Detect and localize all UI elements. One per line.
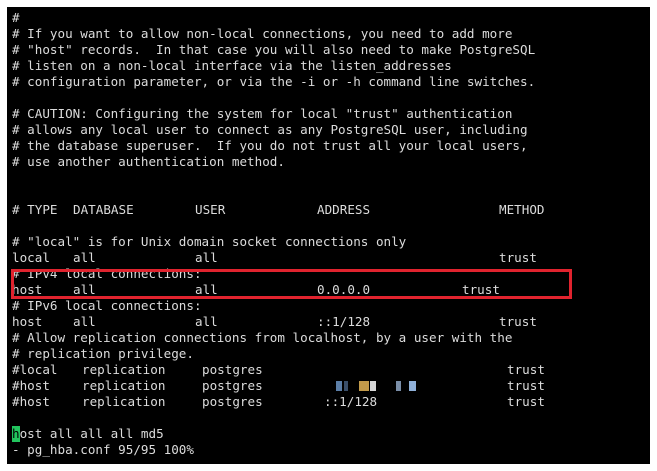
row-type: #host: [12, 394, 50, 409]
row-database: all: [73, 314, 96, 329]
row-address: ::1/128: [324, 394, 378, 409]
config-row-ipv6: host all all ::1/128 trust: [12, 314, 642, 330]
comment-line: # If you want to allow non-local connect…: [12, 26, 513, 41]
comment-line: # listen on a non-local interface via th…: [12, 58, 452, 73]
row-type: #host: [12, 378, 50, 393]
row-user: all: [195, 250, 218, 265]
redacted-block: [370, 381, 376, 391]
config-row-replication: #local replication postgres trust: [12, 362, 642, 378]
column-header-row: # TYPE DATABASE USER ADDRESS METHOD: [12, 202, 642, 218]
comment-line: # the database superuser. If you do not …: [12, 138, 528, 153]
row-type: local: [12, 250, 50, 265]
ipv6-comment: # IPv6 local connections:: [12, 298, 202, 313]
header-type: # TYPE: [12, 202, 58, 217]
row-method: trust: [499, 250, 537, 265]
editor-status-line: - pg_hba.conf 95/95 100%: [12, 442, 194, 457]
replication-comment: # replication privilege.: [12, 346, 194, 361]
terminal-window[interactable]: # # If you want to allow non-local conne…: [7, 7, 650, 464]
highlight-box: [11, 269, 572, 299]
redacted-block: [409, 381, 416, 391]
local-comment: # "local" is for Unix domain socket conn…: [12, 234, 407, 249]
header-address: ADDRESS: [317, 202, 371, 217]
text-cursor: h: [12, 426, 20, 442]
row-database: replication: [82, 378, 166, 393]
edited-line-text: ost all all all md5: [19, 426, 164, 441]
redacted-block: [396, 381, 401, 391]
row-method: trust: [499, 314, 537, 329]
replication-comment: # Allow replication connections from loc…: [12, 330, 513, 345]
row-database: replication: [82, 394, 166, 409]
row-address: ::1/128: [317, 314, 371, 329]
redacted-block: [336, 381, 342, 391]
comment-line: # "host" records. In that case you will …: [12, 42, 536, 57]
row-method: trust: [507, 362, 545, 377]
row-user: postgres: [202, 362, 263, 377]
row-type: host: [12, 314, 43, 329]
row-user: all: [195, 314, 218, 329]
comment-line: # use another authentication method.: [12, 154, 285, 169]
row-database: replication: [82, 362, 166, 377]
header-method: METHOD: [499, 202, 545, 217]
redacted-block: [359, 381, 369, 391]
header-user: USER: [195, 202, 226, 217]
config-row-local: local all all trust: [12, 250, 642, 266]
row-user: postgres: [202, 394, 263, 409]
comment-line: # CAUTION: Configuring the system for lo…: [12, 106, 513, 121]
comment-line: # allows any local user to connect as an…: [12, 122, 528, 137]
config-row-replication: #host replication postgres trust: [12, 378, 642, 394]
row-user: postgres: [202, 378, 263, 393]
redacted-block: [344, 381, 348, 391]
header-database: DATABASE: [73, 202, 134, 217]
row-method: trust: [507, 378, 545, 393]
config-row-replication: #host replication postgres ::1/128 trust: [12, 394, 642, 410]
edited-line[interactable]: host all all all md5: [12, 426, 164, 442]
comment-line: #: [12, 10, 20, 25]
row-database: all: [73, 250, 96, 265]
row-method: trust: [507, 394, 545, 409]
comment-line: # configuration parameter, or via the -i…: [12, 74, 536, 89]
row-type: #local: [12, 362, 58, 377]
